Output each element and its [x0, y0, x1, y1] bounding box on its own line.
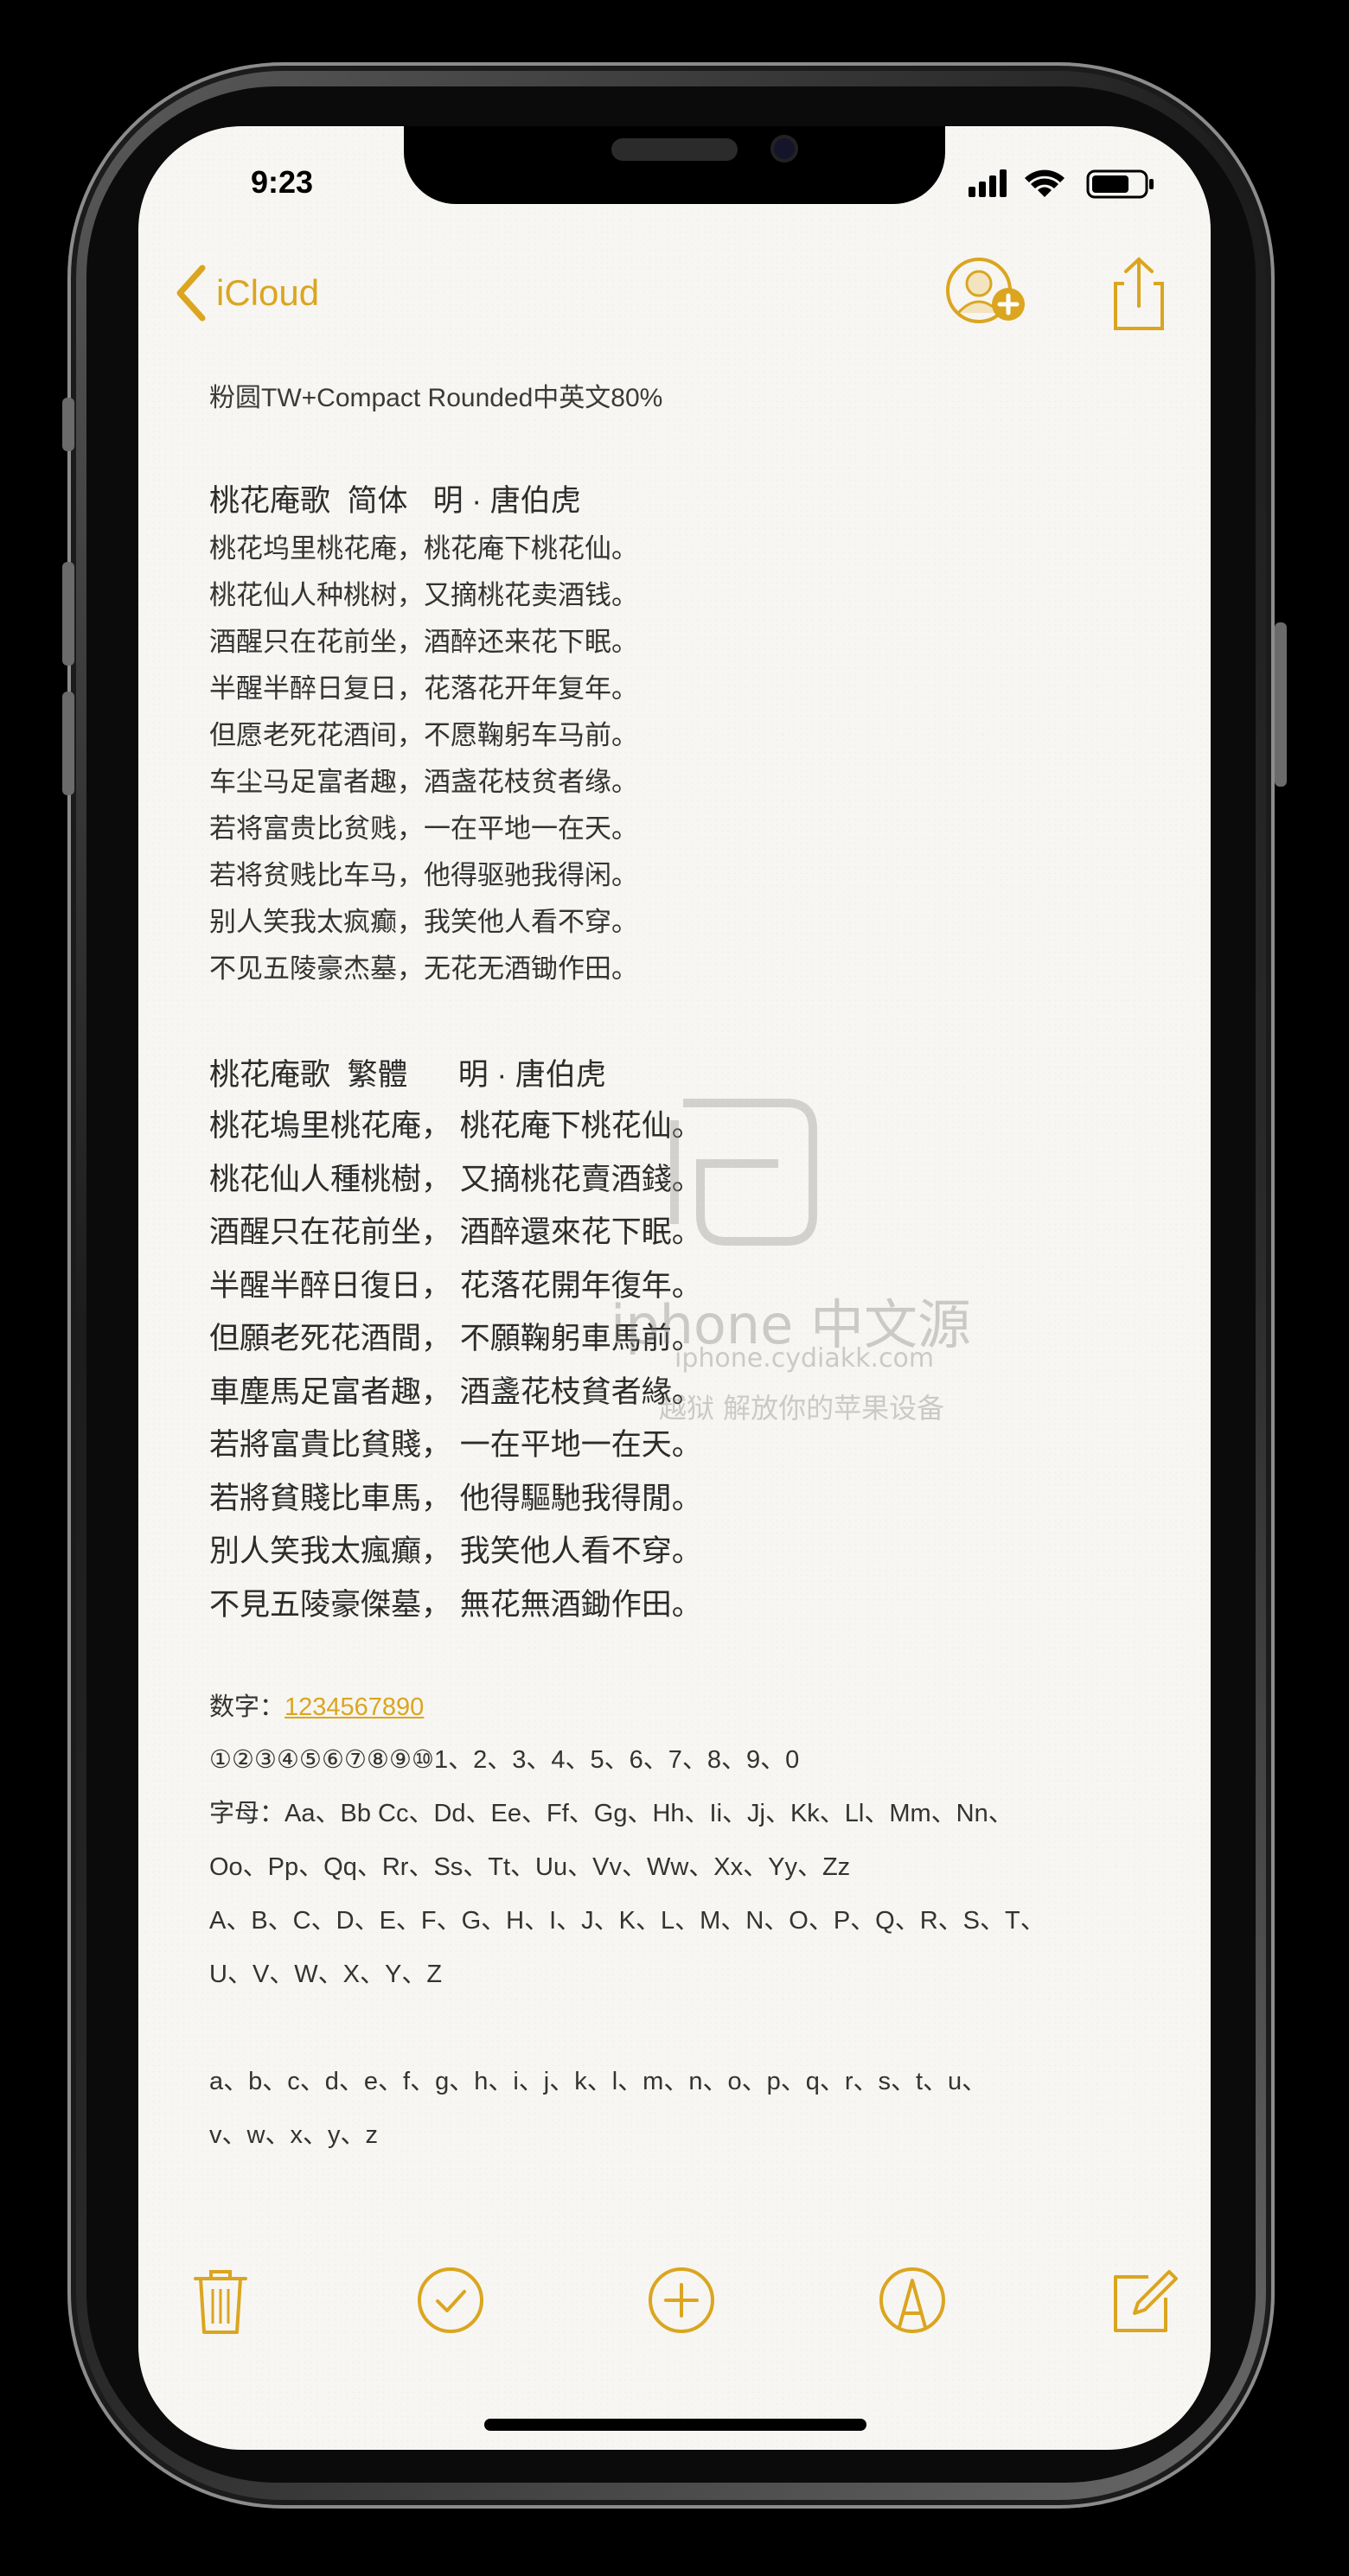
share-button[interactable]: [1098, 256, 1176, 334]
uppercase-row: U、V、W、X、Y、Z: [209, 1961, 443, 1988]
battery-icon: [1086, 169, 1154, 199]
cellular-signal-icon: [969, 169, 1007, 197]
compose-button[interactable]: [1103, 2261, 1181, 2339]
uppercase-row: A、B、C、D、E、F、G、H、I、J、K、L、M、N、O、P、Q、R、S、T、: [209, 1907, 1045, 1935]
share-note-button[interactable]: [943, 256, 1029, 334]
poem-simplified: 桃花坞里桃花庵，桃花庵下桃花仙。 桃花仙人种桃树，又摘桃花卖酒钱。 酒醒只在花前…: [209, 526, 1160, 992]
checkmark-circle-icon: [418, 2267, 483, 2333]
power-button: [1275, 622, 1287, 787]
pen-circle-icon: [879, 2267, 945, 2333]
poem-line: 别人笑我太疯癫，我笑他人看不穿。: [209, 907, 638, 937]
lowercase-row: v、w、x、y、z: [209, 2121, 378, 2149]
note-body[interactable]: 粉圆TW+Compact Rounded中英文80% 桃花庵歌 简体 明 · 唐…: [209, 377, 1160, 2162]
poem-line: 別人笑我太瘋癲， 我笑他人看不穿。: [209, 1534, 702, 1568]
font-caption: 粉圆TW+Compact Rounded中英文80%: [209, 384, 663, 412]
back-button-label: iCloud: [216, 272, 320, 313]
add-attachment-button[interactable]: [643, 2261, 720, 2339]
poem-line: 桃花仙人种桃树，又摘桃花卖酒钱。: [209, 580, 638, 610]
poem-line: 桃花塢里桃花庵， 桃花庵下桃花仙。: [209, 1109, 702, 1143]
lowercase-row: a、b、c、d、e、f、g、h、i、j、k、l、m、n、o、p、q、r、s、t、…: [209, 2068, 988, 2095]
poem-line: 但願老死花酒間， 不願鞠躬車馬前。: [209, 1322, 702, 1355]
mute-switch: [62, 398, 74, 451]
wifi-icon: [1025, 169, 1064, 197]
poem-line: 酒醒只在花前坐， 酒醉還來花下眠。: [209, 1215, 702, 1249]
circled-digits-row: ①②③④⑤⑥⑦⑧⑨⑩1、2、3、4、5、6、7、8、9、0: [209, 1746, 800, 1774]
poem-traditional: 桃花塢里桃花庵， 桃花庵下桃花仙。 桃花仙人種桃樹， 又摘桃花賣酒錢。 酒醒只在…: [209, 1100, 1160, 1631]
poem-title-simplified: 桃花庵歌 简体 明 · 唐伯虎: [209, 484, 581, 518]
home-indicator[interactable]: [484, 2419, 866, 2431]
status-time: 9:23: [251, 164, 314, 200]
notch: [404, 126, 945, 204]
poem-line: 桃花仙人種桃樹， 又摘桃花賣酒錢。: [209, 1162, 702, 1196]
poem-line: 酒醒只在花前坐，酒醉还来花下眠。: [209, 627, 638, 657]
add-person-icon: [946, 258, 1025, 323]
back-button[interactable]: iCloud: [173, 263, 319, 323]
poem-line: 但愿老死花酒间，不愿鞠躬车马前。: [209, 720, 638, 750]
delete-button[interactable]: [182, 2261, 259, 2339]
poem-line: 若將貧賤比車馬， 他得驅馳我得閒。: [209, 1481, 702, 1515]
front-camera: [770, 135, 798, 163]
poem-line: 若将贫贱比车马，他得驱驰我得闲。: [209, 860, 638, 890]
poem-line: 车尘马足富者趣，酒盏花枝贫者缘。: [209, 767, 638, 797]
poem-line: 桃花坞里桃花庵，桃花庵下桃花仙。: [209, 533, 638, 564]
notes-screen: 9:23 iCloud 粉圆TW+Compact Rounded中英文80% 桃…: [138, 126, 1211, 2450]
markup-button[interactable]: [873, 2261, 951, 2339]
volume-up-button: [62, 562, 74, 666]
share-icon: [1114, 257, 1164, 330]
chevron-left-icon: [176, 265, 206, 322]
bottom-toolbar: [138, 2261, 1211, 2348]
status-icons: [969, 166, 1159, 201]
poem-line: 車塵馬足富者趣， 酒盞花枝貧者緣。: [209, 1374, 702, 1409]
poem-line: 半醒半醉日復日， 花落花開年復年。: [209, 1268, 702, 1303]
plus-circle-icon: [649, 2267, 714, 2333]
checklist-button[interactable]: [412, 2261, 489, 2339]
speaker-grille: [611, 138, 738, 161]
trash-icon: [194, 2270, 247, 2334]
poem-title-traditional: 桃花庵歌 繁體 明 · 唐伯虎: [209, 1058, 606, 1092]
letters-row: 字母：Aa、Bb Cc、Dd、Ee、Ff、Gg、Hh、Ii、Jj、Kk、Ll、M…: [209, 1800, 1013, 1827]
volume-down-button: [62, 692, 74, 795]
poem-line: 不見五陵豪傑墓， 無花無酒鋤作田。: [209, 1587, 702, 1622]
compose-icon: [1114, 2270, 1178, 2332]
digits-row: 数字：1234567890: [209, 1681, 1160, 1733]
digits-label: 数字：: [209, 1693, 285, 1721]
poem-line: 半醒半醉日复日，花落花开年复年。: [209, 673, 638, 704]
poem-line: 若將富貴比貧賤， 一在平地一在天。: [209, 1428, 702, 1462]
poem-line: 若将富贵比贫贱，一在平地一在天。: [209, 813, 638, 844]
phone-number-link[interactable]: 1234567890: [285, 1693, 424, 1721]
letters-row: Oo、Pp、Qq、Rr、Ss、Tt、Uu、Vv、Ww、Xx、Yy、Zz: [209, 1853, 851, 1881]
poem-line: 不见五陵豪杰墓，无花无酒锄作田。: [209, 953, 638, 984]
